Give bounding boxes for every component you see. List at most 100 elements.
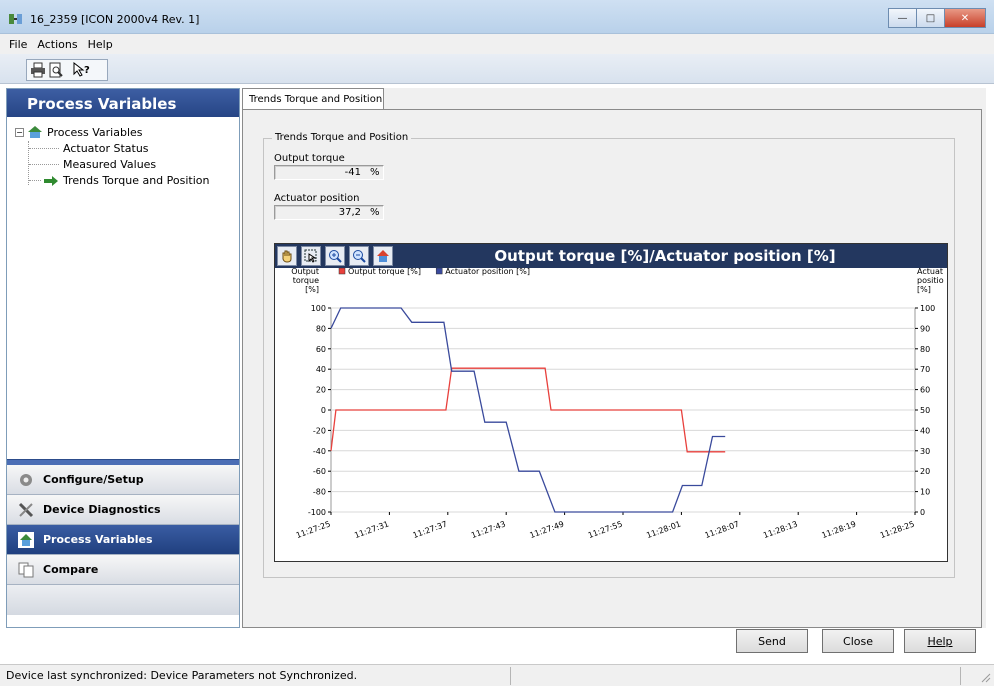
chart-plot: 100806040200-20-40-60-80-100100908070605… (291, 268, 944, 540)
y-tick-label-left: 20 (316, 386, 326, 395)
send-button[interactable]: Send (736, 629, 808, 653)
trend-chart: Output torque [%]/Actuator position [%] … (274, 243, 948, 562)
resize-grip-icon[interactable] (979, 671, 991, 683)
y-tick-label-left: -20 (313, 426, 326, 435)
tree-item-trends-label: Trends Torque and Position (63, 174, 210, 187)
y-tick-label-left: -100 (308, 508, 326, 517)
x-tick-label: 11:27:31 (353, 519, 390, 540)
status-text: Device last synchronized: Device Paramet… (6, 669, 358, 682)
x-tick-label: 11:27:43 (470, 519, 507, 540)
y-tick-label-left: 80 (316, 324, 326, 333)
nav-configure-setup-label: Configure/Setup (43, 473, 144, 486)
gear-icon (17, 471, 35, 489)
y-tick-label-right: 0 (920, 508, 925, 517)
minimize-button[interactable]: — (888, 8, 917, 28)
arrow-right-icon (44, 175, 58, 186)
x-tick-label: 11:28:19 (820, 519, 857, 540)
chart-title: Output torque [%]/Actuator position [%] (494, 247, 836, 265)
menu-actions[interactable]: Actions (32, 38, 82, 51)
menu-bar: File Actions Help (0, 34, 994, 54)
x-tick-label: 11:28:01 (645, 519, 682, 540)
x-tick-label: 11:27:49 (528, 519, 565, 540)
nav-process-variables[interactable]: Process Variables (7, 525, 239, 555)
svg-text:?: ? (84, 65, 90, 76)
menu-help[interactable]: Help (83, 38, 118, 51)
tab-trends[interactable]: Trends Torque and Position (242, 88, 384, 110)
nav-process-variables-label: Process Variables (43, 533, 153, 546)
x-tick-label: 11:28:25 (879, 519, 916, 540)
x-tick-label: 11:27:37 (412, 519, 449, 540)
context-help-icon[interactable]: ? (73, 61, 91, 79)
close-button[interactable]: Close (822, 629, 894, 653)
close-window-button[interactable]: ✕ (944, 8, 986, 28)
nav-device-diagnostics[interactable]: Device Diagnostics (7, 495, 239, 525)
print-icon[interactable] (29, 61, 47, 79)
legend-label: Output torque [%] (348, 268, 421, 276)
actuator-position-field: 37,2 (274, 205, 384, 220)
y-tick-label-right: 30 (920, 447, 930, 456)
nav-empty-area (7, 585, 239, 615)
menu-file[interactable]: File (4, 38, 32, 51)
help-button[interactable]: Help (904, 629, 976, 653)
home-icon (28, 126, 42, 138)
y-tick-label-right: 80 (920, 345, 930, 354)
output-torque-label: Output torque (274, 153, 345, 164)
y-tick-label-right: 50 (920, 406, 930, 415)
x-tick-label: 11:27:25 (295, 519, 332, 540)
tree-item-trends[interactable]: Trends Torque and Position (43, 174, 209, 187)
pan-hand-icon[interactable] (277, 246, 297, 266)
toolbar: ? (0, 54, 994, 84)
y-tick-label-right: 100 (920, 304, 935, 313)
tree-item-actuator-status[interactable]: Actuator Status (63, 142, 149, 155)
y-tick-label-right: 70 (920, 365, 930, 374)
tree-root-item[interactable]: − Process Variables (15, 125, 143, 139)
home-icon (17, 531, 35, 549)
y-tick-label-left: 100 (311, 304, 326, 313)
y-tick-label-right: 90 (920, 324, 930, 333)
tree-item-measured-values[interactable]: Measured Values (63, 158, 156, 171)
x-tick-label: 11:28:13 (762, 519, 799, 540)
output-torque-field: -41 (274, 165, 384, 180)
y-axis-title-left: torque (293, 276, 319, 285)
status-separator (960, 667, 961, 685)
zoom-out-icon[interactable] (349, 246, 369, 266)
main-pane: Trends Torque and Position Trends Torque… (242, 88, 986, 628)
status-separator (510, 667, 511, 685)
y-tick-label-left: -40 (313, 447, 326, 456)
zoom-in-icon[interactable] (325, 246, 345, 266)
left-panel-header: Process Variables (7, 89, 239, 117)
title-bar: 16_2359 [ICON 2000v4 Rev. 1] — □ ✕ (0, 0, 994, 34)
y-axis-title-left: Output (291, 268, 319, 276)
y-axis-title-right: Actuat (917, 268, 943, 276)
left-panel: Process Variables − Process Variables Ac… (6, 88, 240, 628)
collapse-icon[interactable]: − (15, 127, 24, 137)
y-tick-label-right: 40 (920, 426, 930, 435)
tools-icon (17, 501, 35, 519)
legend-swatch (435, 268, 443, 275)
print-preview-icon[interactable] (47, 61, 65, 79)
nav-device-diagnostics-label: Device Diagnostics (43, 503, 161, 516)
groupbox-title: Trends Torque and Position (272, 132, 412, 143)
window-title: 16_2359 [ICON 2000v4 Rev. 1] (30, 13, 200, 26)
navigation-tree: − Process Variables Actuator Status Meas… (7, 117, 239, 459)
zoom-select-icon[interactable] (301, 246, 321, 266)
compare-icon (17, 561, 35, 579)
actuator-position-unit: % (370, 207, 380, 218)
y-axis-title-right: positio (917, 276, 944, 285)
tab-content: Trends Torque and Position Output torque… (242, 109, 982, 628)
home-icon[interactable] (373, 246, 393, 266)
legend-swatch (338, 268, 346, 275)
x-tick-label: 11:28:07 (704, 519, 741, 540)
toolbar-group: ? (26, 59, 108, 81)
nav-compare-label: Compare (43, 563, 99, 576)
nav-configure-setup[interactable]: Configure/Setup (7, 465, 239, 495)
tree-root-label: Process Variables (47, 125, 143, 139)
y-tick-label-left: 40 (316, 365, 326, 374)
y-tick-label-right: 20 (920, 467, 930, 476)
y-tick-label-left: -80 (313, 488, 326, 497)
nav-compare[interactable]: Compare (7, 555, 239, 585)
maximize-button[interactable]: □ (916, 8, 945, 28)
y-tick-label-left: 0 (321, 406, 326, 415)
status-bar: Device last synchronized: Device Paramet… (0, 664, 994, 686)
output-torque-unit: % (370, 167, 380, 178)
